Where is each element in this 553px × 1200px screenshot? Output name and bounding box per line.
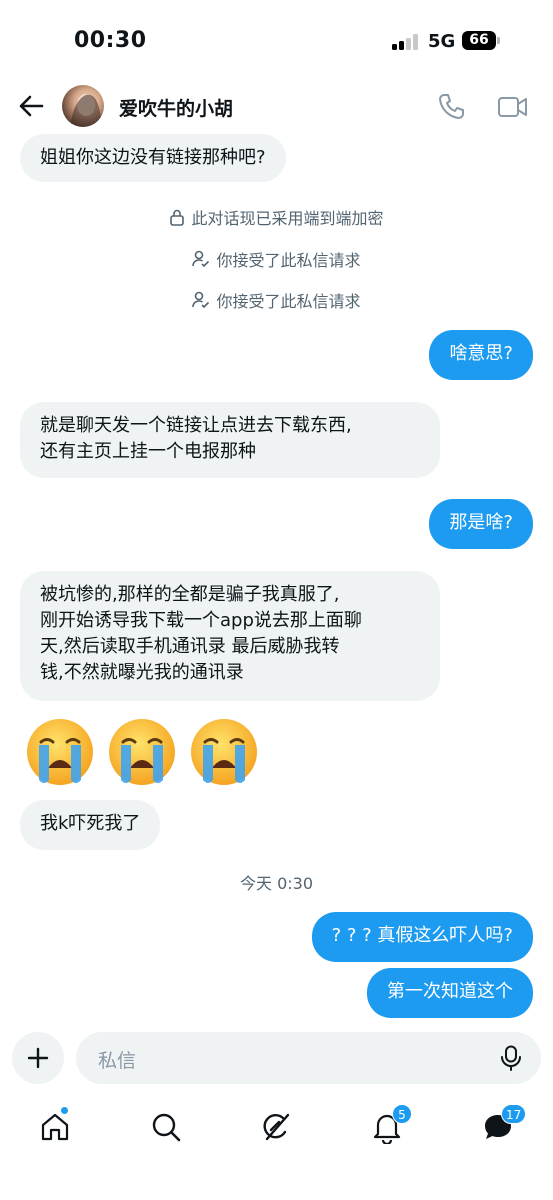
message-text: 第一次知道这个 xyxy=(387,981,513,1002)
chat-header: 爱吹牛的小胡 xyxy=(0,80,553,132)
message-outgoing[interactable]: 啥意思? xyxy=(429,330,533,380)
notifications-badge: 5 xyxy=(392,1104,412,1124)
home-notification-dot xyxy=(60,1106,69,1115)
encryption-notice: 此对话现已采用端到端加密 xyxy=(0,205,553,229)
battery-icon: 66 xyxy=(462,31,496,50)
microphone-icon xyxy=(501,1045,521,1071)
message-line: 还有主页上挂一个电报那种 xyxy=(40,441,256,462)
message-incoming[interactable]: 我k吓死我了 xyxy=(20,800,161,850)
contact-name[interactable]: 爱吹牛的小胡 xyxy=(119,94,233,121)
signal-strength-icon xyxy=(392,34,420,50)
status-time: 00:30 xyxy=(74,28,147,53)
video-camera-icon xyxy=(498,97,527,117)
system-text: 此对话现已采用端到端加密 xyxy=(191,209,384,228)
message-incoming[interactable]: 就是聊天发一个链接让点进去下载东西, 还有主页上挂一个电报那种 xyxy=(20,402,440,478)
message-input-placeholder: 私信 xyxy=(98,1050,137,1072)
nav-search[interactable] xyxy=(149,1110,183,1144)
message-line: 被坑惨的,那样的全都是骗子我真服了, xyxy=(40,584,340,605)
message-input[interactable]: 私信 xyxy=(76,1032,541,1084)
message-outgoing[interactable]: ? ? ? 真假这么吓人吗? xyxy=(311,912,533,962)
bottom-nav: 5 17 xyxy=(0,1100,553,1156)
request-accepted-notice: 你接受了此私信请求 xyxy=(0,247,553,271)
user-check-icon xyxy=(192,291,210,309)
message-text: 那是啥? xyxy=(449,512,513,533)
nav-grok[interactable] xyxy=(259,1110,293,1144)
messages-badge: 17 xyxy=(501,1104,527,1124)
back-button[interactable] xyxy=(16,92,46,120)
message-text: 啥意思? xyxy=(449,343,513,364)
message-line: 天,然后读取手机通讯录 最后威胁我转 xyxy=(40,636,340,657)
message-text: 姐姐你这边没有链接那种吧? xyxy=(40,147,266,168)
message-incoming[interactable]: 姐姐你这边没有链接那种吧? xyxy=(20,134,286,182)
message-line: 刚开始诱导我下载一个app说去那上面聊 xyxy=(40,610,362,631)
message-text: 我k吓死我了 xyxy=(40,813,141,834)
phone-icon xyxy=(439,94,464,119)
message-line: 钱,不然就曝光我的通讯录 xyxy=(40,662,244,683)
lock-icon xyxy=(170,209,185,226)
avatar-photo xyxy=(70,94,102,127)
request-accepted-notice: 你接受了此私信请求 xyxy=(0,288,553,312)
plus-icon xyxy=(27,1047,49,1069)
system-text: 你接受了此私信请求 xyxy=(216,251,361,270)
message-text: ? ? ? 真假这么吓人吗? xyxy=(331,925,513,946)
arrow-left-icon xyxy=(19,95,44,117)
network-label: 5G xyxy=(428,31,456,52)
contact-avatar[interactable] xyxy=(62,85,104,127)
call-button[interactable] xyxy=(436,92,468,122)
system-text: 你接受了此私信请求 xyxy=(216,292,361,311)
grok-icon xyxy=(263,1113,290,1141)
message-incoming[interactable]: 被坑惨的,那样的全都是骗子我真服了, 刚开始诱导我下载一个app说去那上面聊 天… xyxy=(20,571,440,701)
search-icon xyxy=(152,1113,181,1142)
nav-messages[interactable]: 17 xyxy=(481,1104,527,1144)
loudly-crying-face-emoji[interactable] xyxy=(24,716,96,788)
loudly-crying-face-emoji[interactable] xyxy=(106,716,178,788)
add-attachment-button[interactable] xyxy=(12,1032,64,1084)
status-bar: 00:30 5G 66 xyxy=(0,0,553,80)
nav-home[interactable] xyxy=(38,1106,72,1144)
message-line: 就是聊天发一个链接让点进去下载东西, xyxy=(40,415,352,436)
battery-cap xyxy=(497,37,500,44)
loudly-crying-face-emoji[interactable] xyxy=(188,716,260,788)
message-outgoing[interactable]: 第一次知道这个 xyxy=(367,968,533,1018)
nav-notifications[interactable]: 5 xyxy=(370,1104,412,1146)
home-icon xyxy=(41,1113,69,1141)
message-timestamp: 今天 0:30 xyxy=(239,874,314,893)
voice-message-button[interactable] xyxy=(499,1045,523,1071)
message-outgoing[interactable]: 那是啥? xyxy=(429,499,533,549)
user-check-icon xyxy=(192,250,210,268)
video-call-button[interactable] xyxy=(497,93,529,121)
